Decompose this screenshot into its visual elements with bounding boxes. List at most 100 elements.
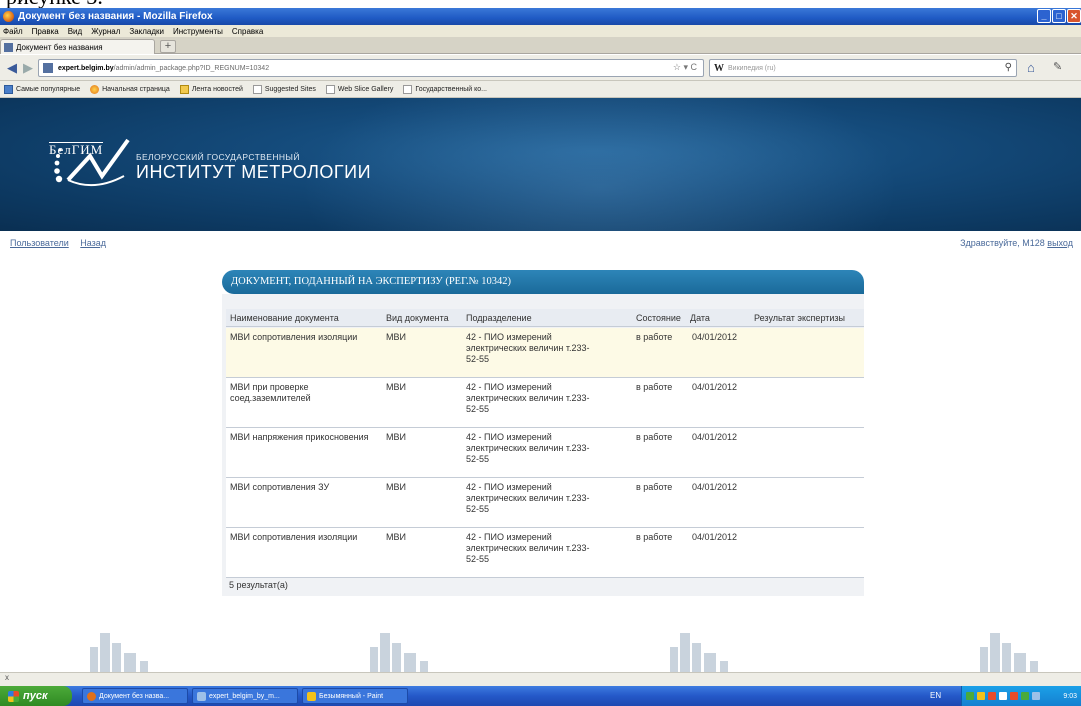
- start-label: пуск: [23, 690, 48, 702]
- navigation-toolbar: ◀ ▶ expert.belgim.by /admin/admin_packag…: [0, 55, 1081, 81]
- org-name-large: ИНСТИТУТ МЕТРОЛОГИИ: [136, 162, 372, 182]
- language-indicator[interactable]: EN: [930, 691, 941, 700]
- window-titlebar[interactable]: Документ без названия - Mozilla Firefox …: [0, 8, 1081, 25]
- org-name-small: БЕЛОРУССКИЙ ГОСУДАРСТВЕННЫЙ: [136, 152, 300, 162]
- cell-date: 04/01/2012: [692, 532, 738, 542]
- bookmark-label: Web Slice Gallery: [337, 85, 394, 93]
- tray-app-icon[interactable]: [988, 692, 996, 700]
- screen: рисунке 3. Документ без названия - Mozil…: [0, 0, 1081, 706]
- table-row[interactable]: МВИ при проверке соед.заземлителей МВИ 4…: [226, 378, 864, 428]
- home-icon[interactable]: ⌂: [1027, 60, 1035, 75]
- forward-arrow-icon[interactable]: ▶: [20, 60, 36, 76]
- addon-icon[interactable]: ✎: [1053, 60, 1062, 73]
- paint-icon: [307, 691, 316, 701]
- documents-panel: Наименование документа Вид документа Под…: [222, 294, 864, 596]
- user-greeting: Здравствуйте, М128 выход: [960, 238, 1073, 248]
- menu-item-file[interactable]: Файл: [3, 27, 23, 36]
- new-tab-button[interactable]: +: [160, 40, 176, 53]
- taskbar-item-explorer[interactable]: expert_belgim_by_m...: [192, 688, 298, 704]
- bookmark-news-feed[interactable]: Лента новостей: [179, 84, 243, 94]
- column-header-kind[interactable]: Вид документа: [386, 313, 449, 323]
- bookmark-most-visited[interactable]: Самые популярные: [4, 84, 81, 94]
- bookmark-suggested-sites[interactable]: Suggested Sites: [252, 84, 316, 94]
- close-findbar-icon[interactable]: x: [5, 673, 9, 682]
- menu-item-help[interactable]: Справка: [232, 27, 263, 36]
- menu-item-edit[interactable]: Правка: [32, 27, 59, 36]
- panel-title: ДОКУМЕНТ, ПОДАННЫЙ НА ЭКСПЕРТИЗУ (РЕГ.№ …: [222, 270, 864, 294]
- tray-app-icon[interactable]: [1021, 692, 1029, 700]
- cell-name: МВИ сопротивления ЗУ: [230, 482, 330, 492]
- column-header-date[interactable]: Дата: [690, 313, 710, 323]
- firefox-icon: [90, 84, 100, 94]
- cell-date: 04/01/2012: [692, 382, 738, 392]
- city-skyline-decoration: [0, 633, 1081, 677]
- back-arrow-icon[interactable]: ◀: [4, 60, 20, 76]
- cell-kind: МВИ: [386, 532, 406, 542]
- table-row[interactable]: МВИ сопротивления изоляции МВИ 42 - ПИО …: [226, 528, 864, 578]
- menu-bar: Файл Правка Вид Журнал Закладки Инструме…: [0, 25, 1081, 37]
- url-host: expert.belgim.by: [58, 64, 114, 72]
- taskbar-item-paint[interactable]: Безымянный - Paint: [302, 688, 408, 704]
- logo-text: БелГИМ: [49, 142, 104, 157]
- url-path: /admin/admin_package.php?ID_REGNUM=10342: [113, 64, 270, 72]
- cell-name: МВИ сопротивления изоляции: [230, 332, 358, 342]
- cell-dept: 42 - ПИО измерений электрических величин…: [466, 532, 590, 564]
- taskbar-item-firefox[interactable]: Документ без назва...: [82, 688, 188, 704]
- users-link[interactable]: Пользователи: [10, 238, 69, 248]
- document-caption-fragment: рисунке 3.: [0, 0, 103, 8]
- cell-dept: 42 - ПИО измерений электрических величин…: [466, 332, 590, 364]
- taskbar-item-label: expert_belgim_by_m...: [209, 692, 280, 700]
- bookmark-web-slice[interactable]: Web Slice Gallery: [325, 84, 394, 94]
- tray-app-icon[interactable]: [966, 692, 974, 700]
- window-title: Документ без названия - Mozilla Firefox: [18, 11, 213, 22]
- antivirus-icon[interactable]: [1010, 692, 1018, 700]
- menu-item-history[interactable]: Журнал: [91, 27, 120, 36]
- menu-item-tools[interactable]: Инструменты: [173, 27, 223, 36]
- bookmark-folder-icon: [4, 84, 13, 94]
- search-icon[interactable]: ⚲: [1005, 62, 1012, 73]
- minimize-icon[interactable]: _: [1037, 9, 1051, 23]
- tab-document[interactable]: Документ без названия: [0, 39, 155, 54]
- cell-kind: МВИ: [386, 382, 406, 392]
- column-header-result[interactable]: Результат экспертизы: [754, 313, 845, 323]
- menu-item-view[interactable]: Вид: [68, 27, 82, 36]
- tray-app-icon[interactable]: [977, 692, 985, 700]
- windows-logo-icon: [8, 690, 19, 702]
- column-header-status[interactable]: Состояние: [636, 313, 681, 323]
- tab-title: Документ без названия: [16, 42, 103, 52]
- start-button[interactable]: пуск: [0, 686, 72, 706]
- search-field[interactable]: W Википедия (ru) ⚲: [709, 59, 1017, 77]
- bookmark-star-icon[interactable]: ☆ ▾ C: [673, 62, 697, 73]
- network-icon[interactable]: [1032, 692, 1040, 700]
- table-row[interactable]: МВИ сопротивления ЗУ МВИ 42 - ПИО измере…: [226, 478, 864, 528]
- cell-dept: 42 - ПИО измерений электрических величин…: [466, 382, 590, 414]
- taskbar-item-label: Документ без назва...: [99, 692, 170, 700]
- clock[interactable]: 9:03: [1063, 693, 1081, 700]
- page-icon: [252, 84, 262, 94]
- cell-status: в работе: [636, 432, 673, 442]
- cell-kind: МВИ: [386, 482, 406, 492]
- back-link[interactable]: Назад: [80, 238, 106, 248]
- site-identity-icon[interactable]: [43, 63, 53, 73]
- close-icon[interactable]: ✕: [1067, 9, 1081, 23]
- column-header-name[interactable]: Наименование документа: [230, 313, 339, 323]
- logout-link[interactable]: выход: [1047, 238, 1073, 248]
- find-bar: x: [0, 672, 1081, 686]
- table-row[interactable]: МВИ напряжения прикосновения МВИ 42 - ПИ…: [226, 428, 864, 478]
- bookmark-label: Начальная страница: [102, 85, 170, 93]
- address-bar[interactable]: expert.belgim.by /admin/admin_package.ph…: [38, 59, 704, 77]
- column-header-dept[interactable]: Подразделение: [466, 313, 532, 323]
- folder-icon: [197, 691, 206, 701]
- tray-app-icon[interactable]: [999, 692, 1007, 700]
- rss-icon: [179, 84, 189, 94]
- bookmark-government[interactable]: Государственный ко...: [403, 84, 487, 94]
- wikipedia-icon[interactable]: W: [714, 63, 724, 74]
- cell-dept: 42 - ПИО измерений электрических величин…: [466, 432, 590, 464]
- table-row[interactable]: МВИ сопротивления изоляции МВИ 42 - ПИО …: [226, 328, 864, 378]
- maximize-icon[interactable]: □: [1052, 9, 1066, 23]
- skyline-cluster: [630, 633, 750, 677]
- bookmark-start-page[interactable]: Начальная страница: [90, 84, 170, 94]
- skyline-cluster: [940, 633, 1081, 677]
- bookmark-label: Самые популярные: [16, 85, 81, 93]
- menu-item-bookmarks[interactable]: Закладки: [129, 27, 164, 36]
